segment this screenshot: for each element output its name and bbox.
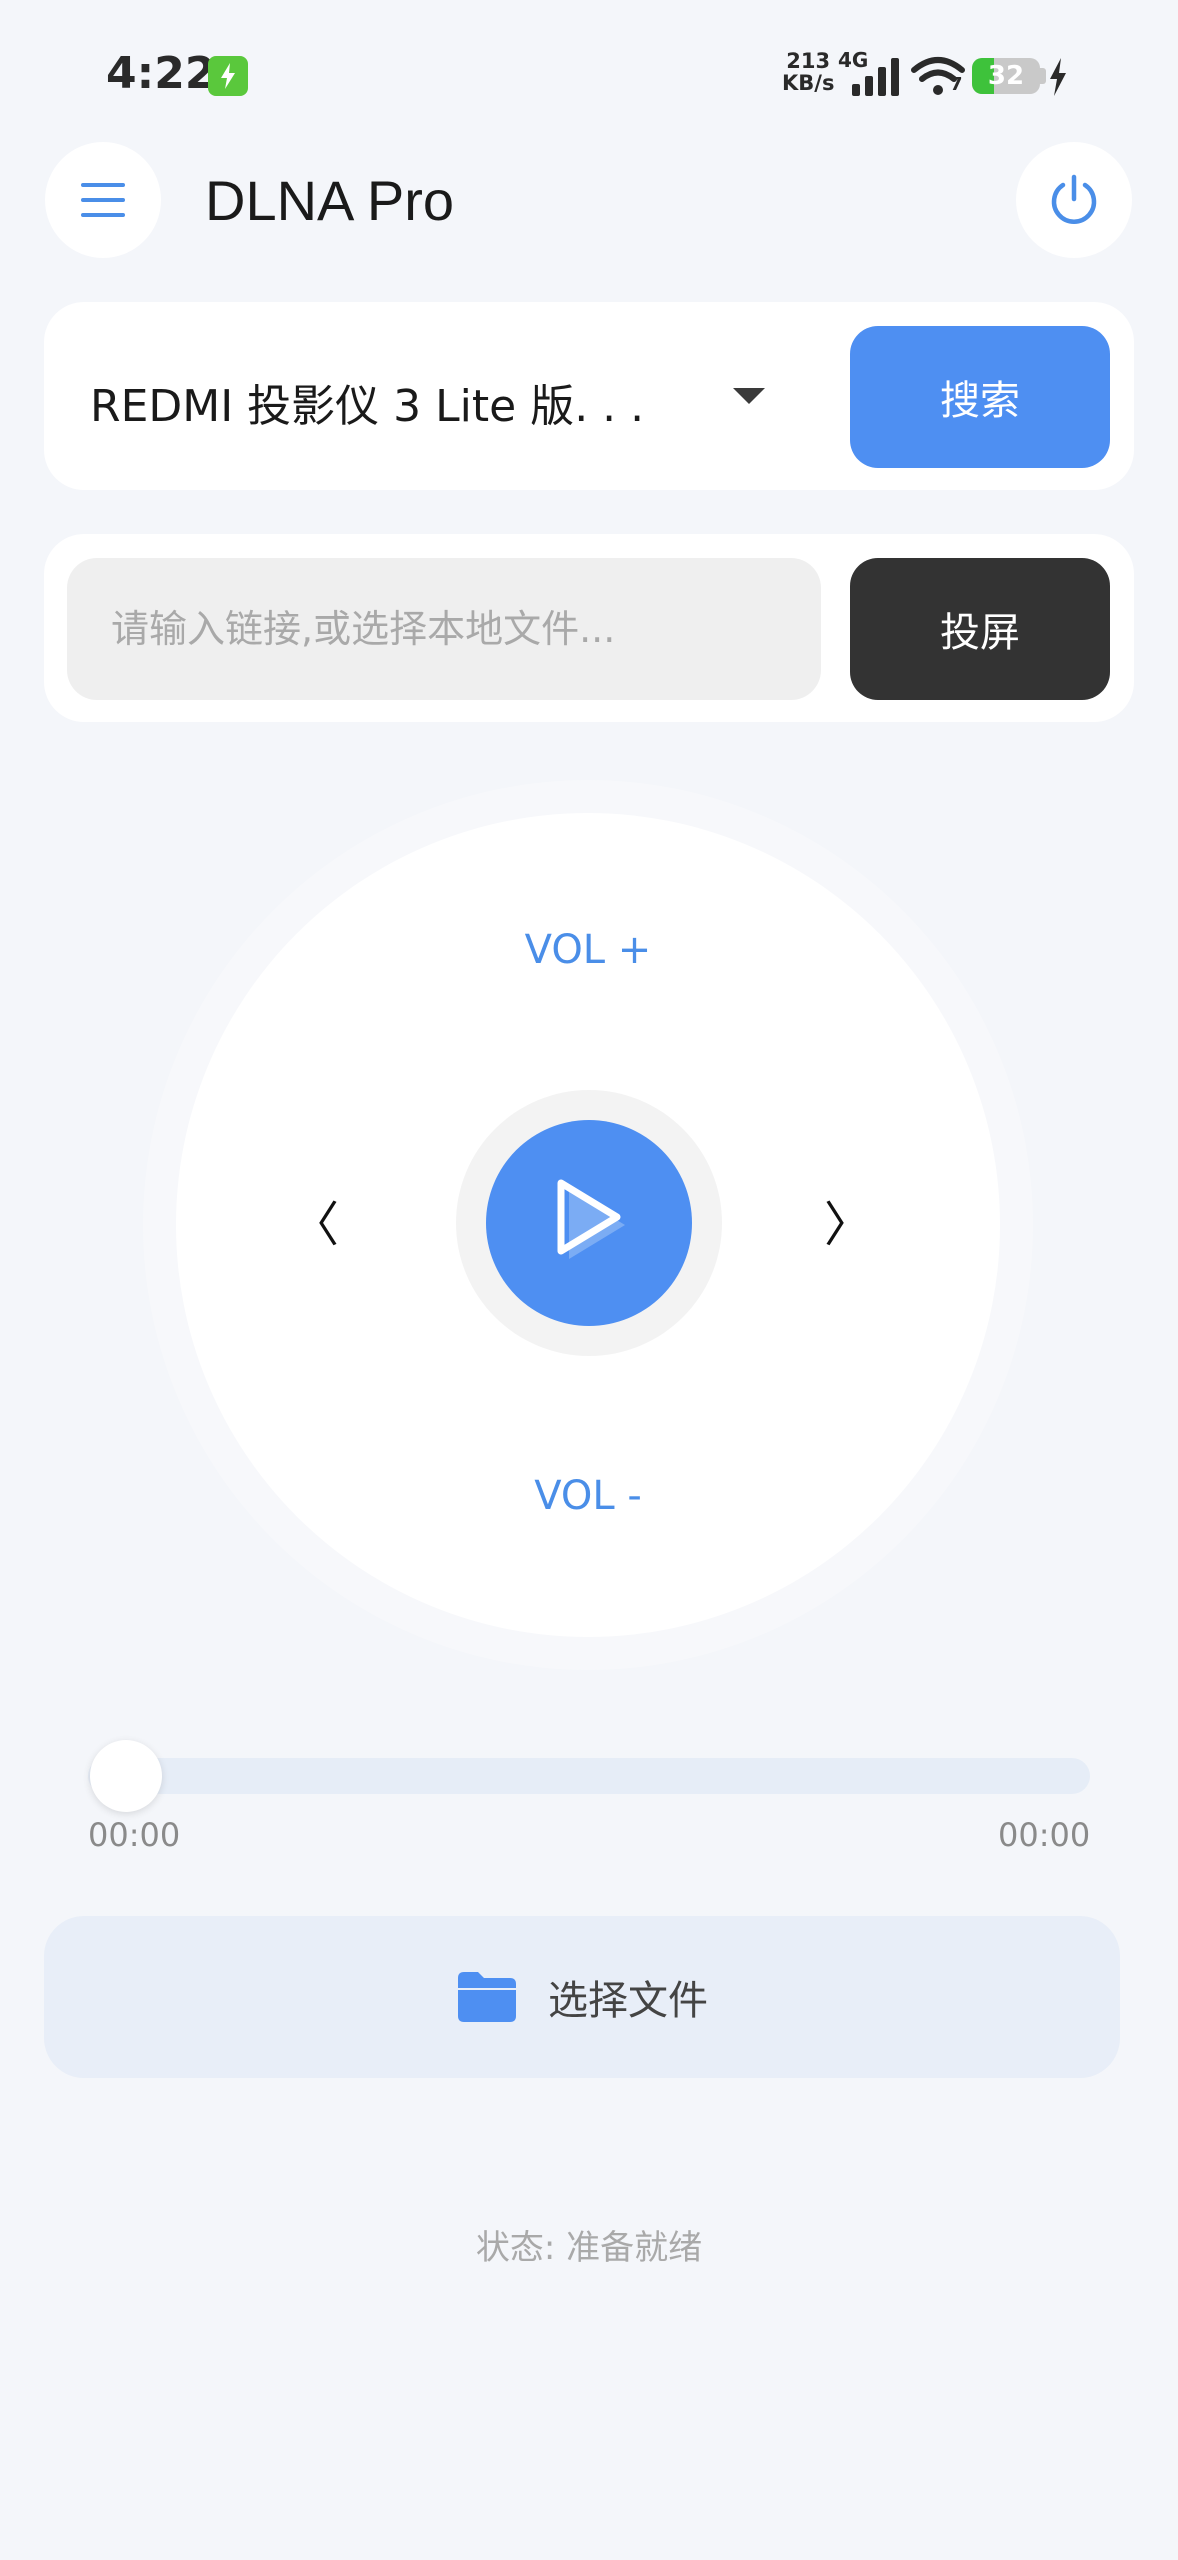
menu-button[interactable] [45,142,161,258]
choose-file-button[interactable]: 选择文件 [44,1916,1120,2078]
menu-icon [81,183,125,217]
progress-track[interactable] [88,1758,1090,1794]
previous-button[interactable]: 〈 [290,1190,340,1260]
volume-up-button[interactable]: VOL + [488,920,688,980]
dropdown-arrow-icon[interactable] [733,388,765,404]
device-select[interactable]: REDMI 投影仪 3 Lite 版. . . [90,370,644,434]
cast-button[interactable]: 投屏 [850,558,1110,700]
network-speed: 213 KB/s [782,50,834,94]
charging-bolt-icon [1050,58,1066,96]
status-time: 4:22 [106,48,216,99]
page-title: DLNA Pro [205,169,454,232]
network-speed-unit: KB/s [782,71,835,95]
battery-icon: 32 [972,58,1040,94]
battery-tip [1040,68,1046,84]
network-speed-value: 213 [786,49,831,73]
power-icon [1051,174,1097,224]
search-button[interactable]: 搜索 [850,326,1110,468]
power-button[interactable] [1016,142,1132,258]
progress-thumb[interactable] [90,1740,162,1812]
signal-icon [852,58,899,96]
charging-icon [208,56,248,96]
total-time: 00:00 [998,1816,1091,1854]
volume-down-button[interactable]: VOL - [488,1466,688,1526]
choose-file-label: 选择文件 [548,1978,708,2024]
battery-level: 32 [987,61,1025,91]
play-icon [557,1179,625,1259]
next-button[interactable]: 〉 [823,1190,873,1260]
play-button[interactable] [486,1120,692,1326]
status-text: 状态: 准备就绪 [475,2228,703,2268]
url-input[interactable] [67,558,821,700]
current-time: 00:00 [88,1816,181,1854]
wifi-badge: 7 [950,74,963,95]
folder-icon [458,1972,516,2022]
